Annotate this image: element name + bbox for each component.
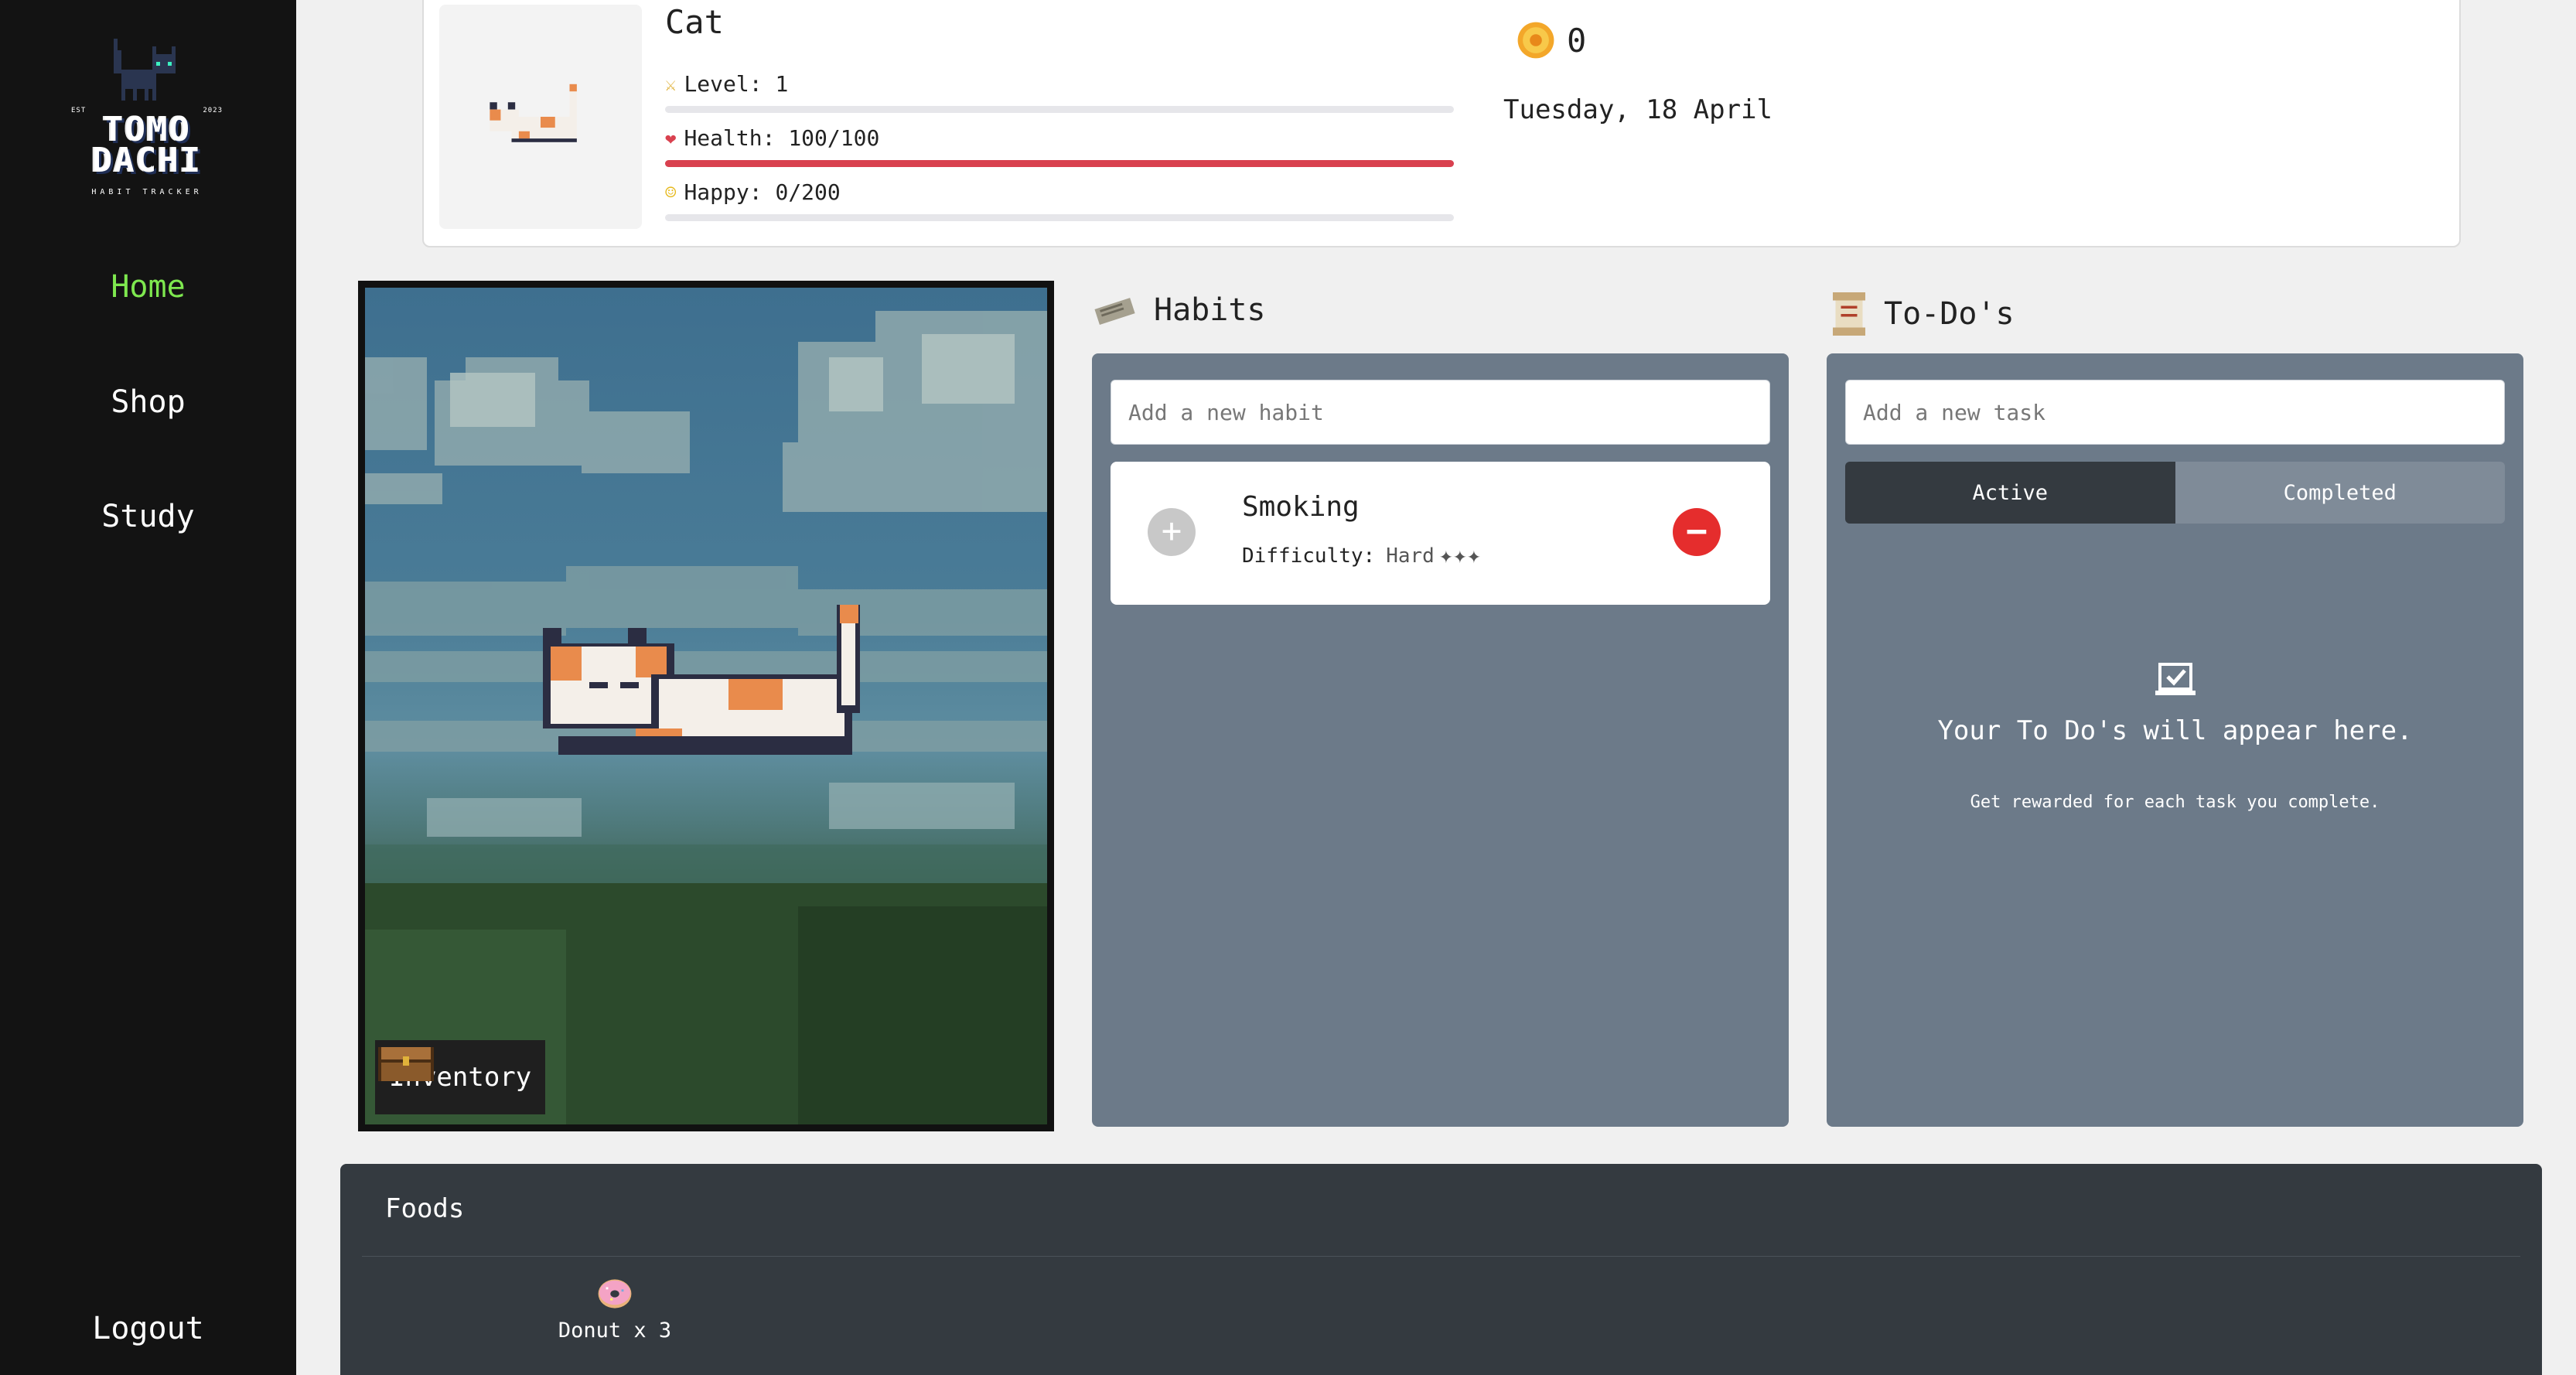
- logo-est-right: 2023: [203, 107, 223, 114]
- difficulty-label: Difficulty:: [1242, 544, 1376, 568]
- logo-tagline: HABIT TRACKER: [91, 188, 203, 196]
- todos-empty-subtitle: Get rewarded for each task you complete.: [1970, 793, 2380, 812]
- pet-avatar: [439, 5, 642, 229]
- happy-label: Happy: 0/200: [684, 179, 841, 205]
- level-label-row: ⚔ Level: 1: [665, 71, 1454, 97]
- inventory-button[interactable]: Inventory: [375, 1040, 546, 1114]
- habit-increment-button[interactable]: +: [1148, 508, 1196, 556]
- cat-avatar-icon: [490, 84, 577, 142]
- app-logo[interactable]: EST 2023 TOMO DACHI HABIT TRACKER: [70, 31, 224, 201]
- donut-icon: [598, 1279, 632, 1308]
- happy-stat: ☺ Happy: 0/200: [665, 179, 1454, 221]
- habit-decrement-button[interactable]: −: [1673, 508, 1721, 556]
- smiley-icon: ☺: [665, 181, 677, 203]
- todos-empty-title: Your To Do's will appear here.: [1937, 715, 2413, 746]
- coin-balance: 0: [1516, 20, 1586, 60]
- foods-panel: Foods Donut x 3: [340, 1164, 2542, 1375]
- coin-icon: [1517, 22, 1554, 59]
- health-stat: ❤ Health: 100/100: [665, 125, 1454, 167]
- logo-wordmark: TOMO DACHI: [70, 113, 224, 180]
- health-bar-fill: [665, 160, 1454, 167]
- level-label: Level: 1: [684, 71, 789, 97]
- health-bar: [665, 160, 1454, 167]
- health-label: Health: 100/100: [684, 125, 880, 151]
- treasure-chest-icon: [378, 1047, 434, 1081]
- food-item-label: Donut x 3: [558, 1319, 672, 1343]
- foods-title: Foods: [385, 1193, 465, 1224]
- difficulty-value: Hard: [1386, 544, 1435, 568]
- habits-heading: Habits: [1092, 292, 1266, 328]
- logout-button[interactable]: Logout: [0, 1311, 296, 1346]
- level-stat: ⚔ Level: 1: [665, 71, 1454, 113]
- nav-shop[interactable]: Shop: [0, 384, 296, 420]
- pet-status-card: Cat ⚔ Level: 1 ❤ Health: 100/100 ☺ Happy…: [422, 0, 2461, 247]
- tab-active[interactable]: Active: [1845, 462, 2175, 524]
- sky-scene-illustration: [365, 311, 1047, 1124]
- happy-label-row: ☺ Happy: 0/200: [665, 179, 1454, 205]
- add-habit-input[interactable]: [1111, 380, 1770, 445]
- sidebar: EST 2023 TOMO DACHI HABIT TRACKER Home S…: [0, 0, 296, 1375]
- pet-scene: Inventory: [358, 281, 1054, 1131]
- heart-icon: ❤: [665, 127, 677, 149]
- food-item-donut[interactable]: Donut x 3: [549, 1278, 681, 1343]
- pet-name: Cat: [665, 3, 724, 41]
- logo-word-line2: DACHI: [91, 141, 203, 180]
- level-bar: [665, 106, 1454, 113]
- difficulty-stars-icon: ✦✦✦: [1438, 542, 1481, 569]
- coin-count: 0: [1567, 21, 1587, 60]
- nav-study[interactable]: Study: [0, 499, 296, 534]
- logo-est-left: EST: [71, 107, 87, 114]
- todos-title: To-Do's: [1884, 296, 2015, 332]
- todo-checkbox-icon: [2155, 663, 2196, 695]
- habit-difficulty: Difficulty: Hard ✦✦✦: [1242, 542, 1481, 569]
- todos-panel: Active Completed Your To Do's will appea…: [1827, 353, 2523, 1127]
- nav-home[interactable]: Home: [0, 269, 296, 305]
- notebook-icon: [1094, 298, 1135, 325]
- scroll-icon: [1833, 292, 1865, 336]
- habits-title: Habits: [1154, 292, 1266, 328]
- level-sword-icon: ⚔: [665, 73, 677, 95]
- tab-completed[interactable]: Completed: [2175, 462, 2505, 524]
- habit-name: Smoking: [1242, 491, 1360, 523]
- habits-panel: + Smoking Difficulty: Hard ✦✦✦ −: [1092, 353, 1789, 1127]
- habit-item: + Smoking Difficulty: Hard ✦✦✦ −: [1111, 462, 1770, 605]
- health-label-row: ❤ Health: 100/100: [665, 125, 1454, 151]
- add-task-input[interactable]: [1845, 380, 2505, 445]
- happy-bar: [665, 214, 1454, 221]
- todo-tabs: Active Completed: [1845, 462, 2505, 524]
- current-date: Tuesday, 18 April: [1503, 94, 1772, 125]
- todos-heading: To-Do's: [1830, 292, 2015, 336]
- logo-cat-icon: [114, 39, 176, 101]
- foods-divider: [362, 1256, 2520, 1257]
